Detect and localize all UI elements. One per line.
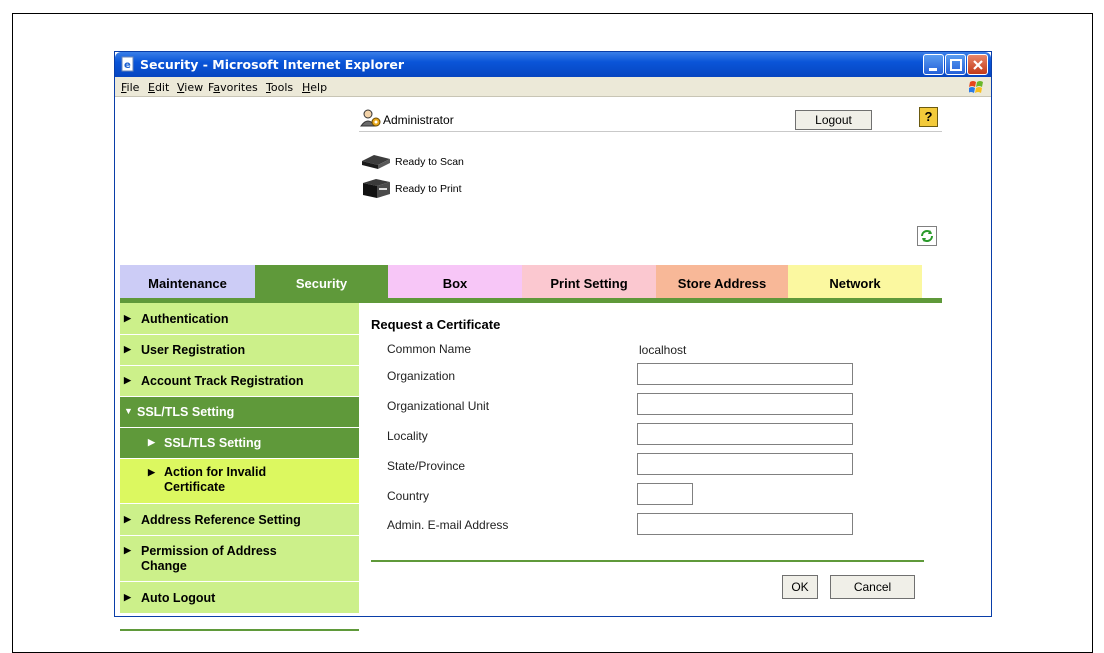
org-unit-label: Organizational Unit	[387, 399, 490, 413]
organization-field[interactable]	[637, 363, 853, 385]
sidebar-item-address-reference[interactable]: ▶ Address Reference Setting	[120, 504, 359, 536]
sidebar-expanded-icon: ▼	[124, 406, 133, 416]
country-field[interactable]	[637, 483, 693, 505]
ok-button[interactable]: OK	[782, 575, 818, 599]
print-status: Ready to Print	[395, 183, 462, 195]
printer-icon	[363, 179, 390, 198]
locality-field[interactable]	[637, 423, 853, 445]
cancel-button[interactable]: Cancel	[830, 575, 915, 599]
email-field[interactable]	[637, 513, 853, 535]
browser-window: e Security - Microsoft Internet Explorer…	[114, 51, 992, 631]
sidebar-arrow-icon: ▶	[124, 375, 131, 385]
form-divider	[371, 560, 924, 562]
title-bar: e Security - Microsoft Internet Explorer	[115, 52, 991, 77]
menu-file[interactable]: File	[121, 81, 139, 94]
locality-label: Locality	[387, 429, 428, 443]
tab-print-setting[interactable]: Print Setting	[522, 265, 656, 298]
administrator-label: Administrator	[383, 113, 454, 127]
organization-label: Organization	[387, 369, 456, 383]
sidebar-arrow-icon: ▶	[124, 344, 131, 354]
sidebar-divider	[120, 629, 359, 631]
form-title: Request a Certificate	[371, 317, 501, 332]
sidebar-subitem-ssl-tls-setting[interactable]: ▶ SSL/TLS Setting	[120, 428, 359, 459]
ie-page-icon: e	[121, 56, 134, 72]
menu-favorites[interactable]: Favorites	[208, 81, 258, 94]
close-icon	[973, 60, 983, 70]
minimize-button[interactable]	[923, 54, 944, 75]
tab-store-address[interactable]: Store Address	[656, 265, 788, 298]
refresh-button[interactable]	[917, 226, 937, 246]
scan-status: Ready to Scan	[395, 156, 464, 168]
scanner-icon	[362, 155, 390, 169]
svg-text:e: e	[124, 60, 131, 71]
administrator-icon	[360, 109, 381, 127]
page-content: Administrator Logout ? Ready to Scan Rea…	[115, 97, 991, 631]
tab-network[interactable]: Network	[788, 265, 922, 298]
sidebar-arrow-icon: ▶	[124, 514, 131, 524]
state-field[interactable]	[637, 453, 853, 475]
tab-box[interactable]: Box	[388, 265, 522, 298]
sidebar-arrow-icon: ▶	[124, 545, 131, 555]
sidebar-arrow-icon: ▶	[148, 437, 155, 447]
sidebar-item-authentication[interactable]: ▶ Authentication	[120, 303, 359, 335]
menu-tools[interactable]: Tools	[266, 81, 293, 94]
sidebar-item-auto-logout[interactable]: ▶ Auto Logout	[120, 582, 359, 614]
common-name-label: Common Name	[387, 342, 472, 356]
header-divider	[359, 131, 942, 132]
sidebar-subitem-action-invalid-cert[interactable]: ▶ Action for Invalid Certificate	[120, 459, 359, 504]
tab-maintenance[interactable]: Maintenance	[120, 265, 255, 298]
maximize-button[interactable]	[945, 54, 966, 75]
menu-bar: File Edit View Favorites Tools Help	[115, 77, 991, 97]
windows-logo-icon	[969, 81, 983, 93]
menu-view[interactable]: View	[177, 81, 203, 94]
sidebar-item-permission-address[interactable]: ▶ Permission of Address Change	[120, 536, 359, 582]
sidebar-item-ssl-tls[interactable]: ▼ SSL/TLS Setting	[120, 397, 359, 428]
email-label: Admin. E-mail Address	[387, 518, 509, 532]
close-button[interactable]	[967, 54, 988, 75]
common-name-value: localhost	[639, 343, 687, 357]
menu-edit[interactable]: Edit	[148, 81, 169, 94]
org-unit-field[interactable]	[637, 393, 853, 415]
sidebar-arrow-icon: ▶	[124, 313, 131, 323]
sidebar-arrow-icon: ▶	[124, 592, 131, 602]
sidebar-item-account-track[interactable]: ▶ Account Track Registration	[120, 366, 359, 397]
minimize-icon	[929, 68, 937, 71]
refresh-icon	[921, 230, 933, 242]
country-label: Country	[387, 489, 430, 503]
menu-help[interactable]: Help	[302, 81, 327, 94]
main-tabs: Maintenance Security Box Print Setting S…	[120, 265, 922, 298]
logout-button[interactable]: Logout	[795, 110, 872, 130]
sidebar-arrow-icon: ▶	[148, 467, 155, 477]
maximize-icon	[950, 59, 962, 71]
help-button[interactable]: ?	[919, 107, 938, 127]
window-title: Security - Microsoft Internet Explorer	[140, 57, 405, 72]
state-label: State/Province	[387, 459, 466, 473]
tab-security[interactable]: Security	[255, 265, 388, 298]
sidebar-item-user-registration[interactable]: ▶ User Registration	[120, 335, 359, 366]
